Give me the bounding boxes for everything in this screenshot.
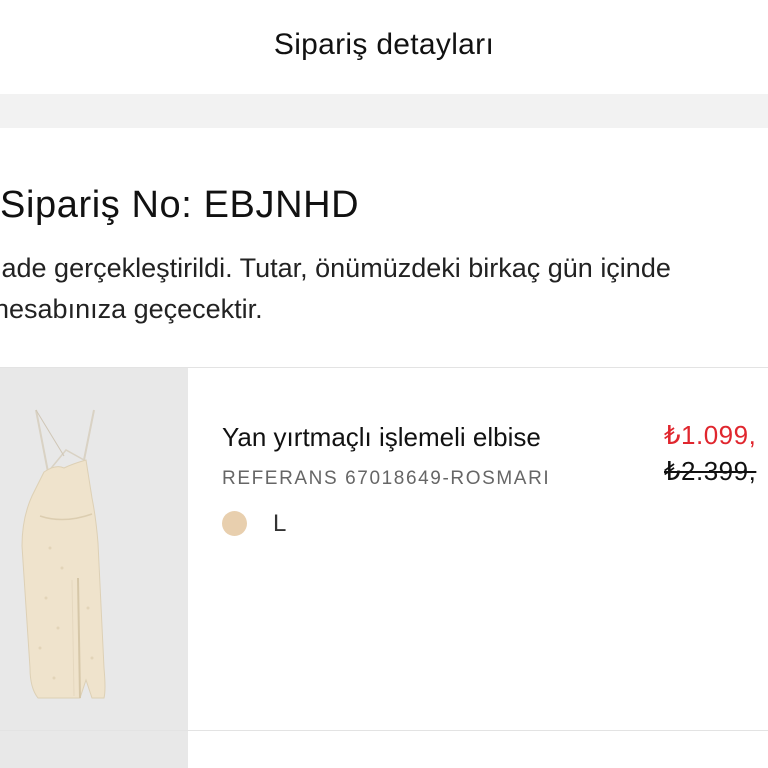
product-size: L (273, 510, 287, 537)
order-details-page: Sipariş detayları Sipariş No: EBJNHD İad… (0, 0, 768, 768)
product-image[interactable] (0, 368, 188, 730)
original-price: ₺2.399, (664, 456, 757, 486)
current-price: ₺1.099, (664, 420, 757, 450)
product-name[interactable]: Yan yırtmaçlı işlemeli elbise (222, 422, 541, 453)
header-bar: Sipariş detayları (0, 0, 768, 94)
product-reference: REFERANS 67018649-ROSMARI (222, 468, 551, 489)
dress-illustration (0, 368, 188, 730)
next-product-image[interactable] (0, 731, 188, 768)
refund-status-message: İade gerçekleştirildi. Tutar, önümüzdeki… (0, 253, 671, 324)
page-title: Sipariş detayları (273, 28, 495, 61)
color-swatch-icon (222, 511, 247, 536)
order-number: Sipariş No: EBJNHD (0, 184, 360, 226)
section-separator (0, 94, 768, 128)
